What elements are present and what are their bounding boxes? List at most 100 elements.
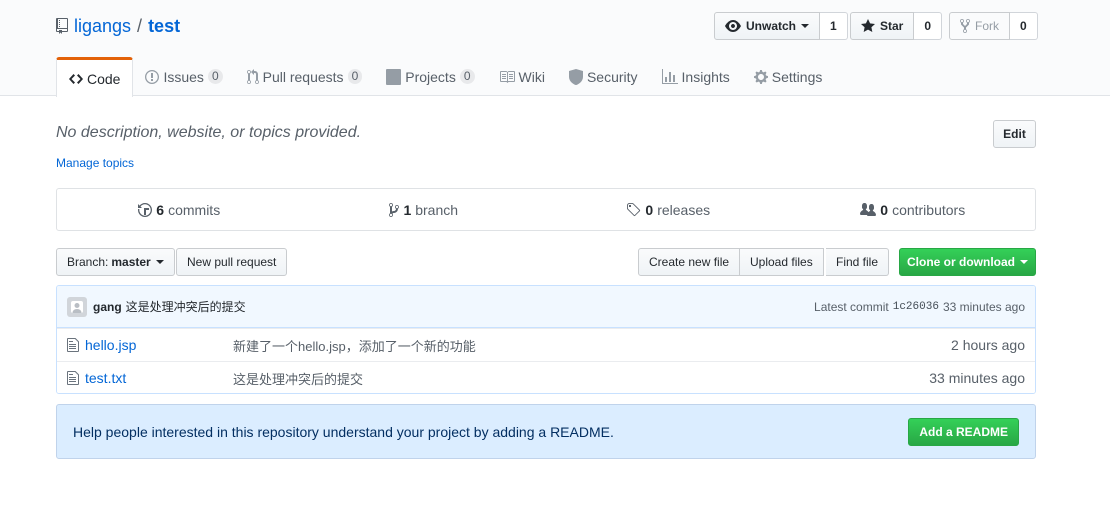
branches-link[interactable]: 1 branch <box>302 189 547 230</box>
eye-icon <box>725 20 741 32</box>
readme-prompt-text: Help people interested in this repositor… <box>73 423 614 440</box>
releases-link[interactable]: 0 releases <box>546 189 791 230</box>
repo-icon <box>56 18 68 34</box>
tab-insights[interactable]: Insights <box>650 57 742 96</box>
clone-label: Clone or download <box>907 255 1015 269</box>
commits-link[interactable]: 6 commits <box>57 189 302 230</box>
projects-counter: 0 <box>459 69 475 84</box>
stargazers-count[interactable]: 0 <box>914 12 943 40</box>
forks-count[interactable]: 0 <box>1010 12 1038 40</box>
unwatch-button[interactable]: Unwatch <box>714 12 821 40</box>
tab-security[interactable]: Security <box>557 57 650 96</box>
latest-commit-info: Latest commit 1c26036 33 minutes ago <box>814 286 1025 328</box>
repo-description: No description, website, or topics provi… <box>56 124 362 141</box>
commit-message[interactable]: 这是处理冲突后的提交 <box>126 298 246 315</box>
clone-or-download-button[interactable]: Clone or download <box>899 248 1036 276</box>
fork-group: Fork 0 <box>949 12 1038 40</box>
graph-icon <box>661 68 678 84</box>
repo-name-link[interactable]: test <box>148 16 180 37</box>
caret-down-icon <box>801 24 810 28</box>
table-row: test.txt 这是处理冲突后的提交 33 minutes ago <box>57 361 1035 393</box>
create-new-file-button[interactable]: Create new file <box>638 248 741 276</box>
tab-issues-label: Issues <box>163 68 204 85</box>
add-readme-button[interactable]: Add a README <box>908 418 1019 446</box>
watch-group: Unwatch 1 <box>714 12 848 40</box>
star-icon <box>861 19 875 32</box>
releases-count: 0 <box>645 201 654 218</box>
tab-projects[interactable]: Projects 0 <box>374 57 486 96</box>
tab-settings[interactable]: Settings <box>742 57 835 96</box>
commit-sha-link[interactable]: 1c26036 <box>893 301 939 313</box>
upload-files-button[interactable]: Upload files <box>740 248 824 276</box>
file-icon <box>67 371 79 385</box>
releases-label: releases <box>657 201 711 218</box>
branch-label: branch <box>415 201 459 218</box>
table-row: hello.jsp 新建了一个hello.jsp，添加了一个新的功能 2 hou… <box>57 328 1035 361</box>
file-list: gang 这是处理冲突后的提交 Latest commit 1c26036 33… <box>56 285 1036 394</box>
issues-counter: 0 <box>207 69 223 84</box>
latest-commit-prefix: Latest commit <box>814 300 889 314</box>
tab-wiki-label: Wiki <box>518 68 545 85</box>
repo-owner-link[interactable]: ligangs <box>74 16 131 37</box>
tab-pull-requests[interactable]: Pull requests 0 <box>235 57 375 96</box>
tab-code[interactable]: Code <box>56 57 134 97</box>
manage-topics-link[interactable]: Manage topics <box>56 156 134 170</box>
tab-settings-label: Settings <box>771 68 823 85</box>
tab-security-label: Security <box>586 68 638 85</box>
contributors-label: contributors <box>892 201 966 218</box>
branch-count: 1 <box>403 201 412 218</box>
tab-projects-label: Projects <box>405 68 456 85</box>
repo-summary: 6 commits 1 branch 0 releases 0 contribu… <box>56 188 1036 231</box>
star-button[interactable]: Star <box>850 12 915 40</box>
file-commit-message[interactable]: 这是处理冲突后的提交 <box>233 369 363 388</box>
branch-prefix: Branch: <box>67 255 109 269</box>
repo-header: ligangs / test Unwatch 1 Star 0 Fork 0 C… <box>0 0 1110 97</box>
code-icon <box>69 73 83 84</box>
tab-insights-label: Insights <box>681 68 730 85</box>
people-icon <box>860 202 877 216</box>
avatar[interactable] <box>67 296 87 317</box>
pull-requests-counter: 0 <box>347 69 363 84</box>
file-age: 2 hours ago <box>951 337 1025 353</box>
find-file-button[interactable]: Find file <box>826 248 890 276</box>
contributors-count: 0 <box>880 201 889 218</box>
file-icon <box>67 338 79 352</box>
caret-down-icon <box>155 260 164 264</box>
branch-icon <box>389 202 400 217</box>
shield-icon <box>568 68 583 85</box>
pull-request-icon <box>246 68 259 84</box>
watchers-count[interactable]: 1 <box>820 12 848 40</box>
fork-label: Fork <box>975 19 999 33</box>
repo-nav-tabs: Code Issues 0 Pull requests 0 Projects 0… <box>56 57 835 97</box>
readme-prompt: Help people interested in this repositor… <box>56 404 1036 459</box>
tab-pull-requests-label: Pull requests <box>262 68 344 85</box>
book-icon <box>499 70 515 83</box>
default-avatar-icon <box>71 300 83 313</box>
tab-issues[interactable]: Issues 0 <box>133 57 234 96</box>
branch-select-button[interactable]: Branch: master <box>56 248 175 276</box>
branch-name: master <box>111 255 151 269</box>
star-label: Star <box>880 19 904 33</box>
repo-separator: / <box>137 15 143 36</box>
commits-count: 6 <box>156 201 165 218</box>
commit-age: 33 minutes ago <box>942 300 1025 314</box>
caret-down-icon <box>1020 260 1028 264</box>
latest-commit-bar: gang 这是处理冲突后的提交 Latest commit 1c26036 33… <box>57 286 1035 328</box>
issue-icon <box>145 69 160 84</box>
gear-icon <box>753 69 768 84</box>
file-name-link[interactable]: hello.jsp <box>85 337 235 353</box>
tab-code-label: Code <box>87 70 121 87</box>
history-icon <box>138 202 153 217</box>
file-age: 33 minutes ago <box>929 370 1025 386</box>
fork-button[interactable]: Fork <box>949 12 1010 40</box>
tag-icon <box>627 202 641 216</box>
contributors-link[interactable]: 0 contributors <box>791 189 1036 230</box>
fork-icon <box>960 18 970 34</box>
edit-description-button[interactable]: Edit <box>993 120 1036 148</box>
commit-author[interactable]: gang <box>93 300 122 314</box>
project-icon <box>386 68 402 85</box>
tab-wiki[interactable]: Wiki <box>487 57 557 96</box>
file-name-link[interactable]: test.txt <box>85 370 235 386</box>
file-commit-message[interactable]: 新建了一个hello.jsp，添加了一个新的功能 <box>233 336 476 355</box>
new-pull-request-button[interactable]: New pull request <box>176 248 288 276</box>
